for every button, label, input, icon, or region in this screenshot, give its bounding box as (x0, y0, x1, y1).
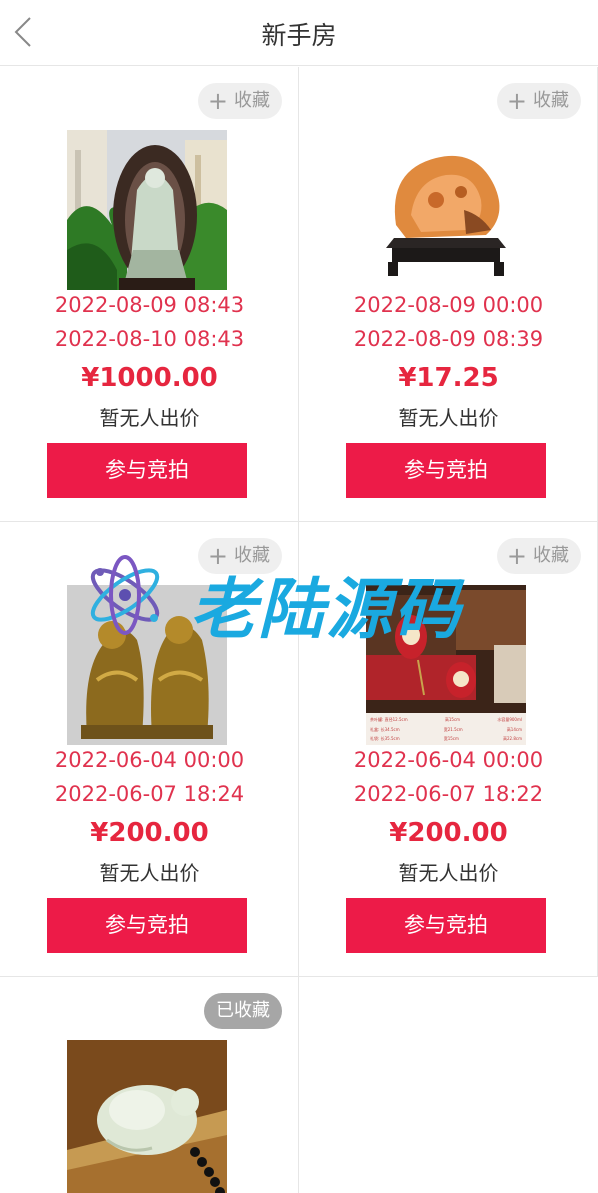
favorite-label: 已收藏 (216, 1000, 270, 1021)
product-image[interactable] (67, 1040, 227, 1193)
spec-cell: 高22.8cm (502, 736, 522, 741)
bid-button[interactable]: 参与竞拍 (346, 443, 546, 498)
bid-status: 暂无人出价 (398, 406, 499, 430)
spec-cell: 宽21.5cm (443, 726, 463, 732)
plus-icon: + (506, 87, 527, 115)
spec-cell: 茶叶罐: 直径12.5cm (370, 717, 408, 722)
price: ¥200.00 (389, 818, 508, 848)
product-card[interactable]: + 收藏 2022-08-09 00:00 2022-08-09 08:39 ¥1… (299, 67, 598, 522)
favorite-label: 收藏 (533, 545, 569, 566)
bid-status: 暂无人出价 (99, 406, 200, 430)
end-time: 2022-06-07 18:24 (54, 782, 245, 806)
product-image[interactable]: 茶叶罐: 直径12.5cm 高15cm 水容量900ml 礼盒: 长34.5cm 宽2… (366, 585, 526, 745)
product-card[interactable]: + 收藏 2022-08-09 08:43 2022-08-10 08:43 ¥… (0, 67, 299, 522)
favorite-label: 收藏 (234, 90, 270, 111)
spec-cell: 高15cm (444, 717, 461, 722)
end-time: 2022-08-10 08:43 (54, 327, 245, 351)
spec-cell: 高14cm (506, 726, 522, 732)
end-time: 2022-06-07 18:22 (353, 782, 544, 806)
bid-button[interactable]: 参与竞拍 (47, 443, 247, 498)
end-time: 2022-08-09 08:39 (353, 327, 544, 351)
plus-icon: + (207, 87, 228, 115)
start-time: 2022-06-04 00:00 (54, 748, 245, 772)
product-image[interactable] (67, 130, 227, 290)
product-image[interactable] (67, 585, 227, 745)
plus-icon: + (207, 542, 228, 570)
spec-row: 茶叶罐: 直径12.5cm 高15cm 水容量900ml (370, 715, 522, 724)
page-title: 新手房 (261, 21, 337, 50)
favorite-label: 收藏 (234, 545, 270, 566)
favorite-button[interactable]: + 收藏 (496, 83, 581, 119)
favorite-label: 收藏 (533, 90, 569, 111)
bid-status: 暂无人出价 (398, 861, 499, 885)
bid-button[interactable]: 参与竞拍 (47, 898, 247, 953)
product-card[interactable]: + 收藏 2022-06-04 00:00 2022-06-07 18:24 ¥2… (0, 522, 299, 977)
favorited-badge[interactable]: 已收藏 (204, 993, 282, 1029)
product-card[interactable]: + 收藏 茶叶罐: 直径12.5cm 高15cm 水容量900ml 礼盒: 长34.5… (299, 522, 598, 977)
plus-icon: + (506, 542, 527, 570)
start-time: 2022-08-09 08:43 (54, 293, 245, 317)
price: ¥1000.00 (81, 363, 218, 393)
product-image[interactable] (366, 130, 526, 290)
top-bar: 新手房 (0, 0, 598, 66)
spec-row: 礼盒: 长34.5cm 宽21.5cm 高14cm (370, 725, 522, 734)
spec-cell: 水容量900ml (497, 717, 522, 722)
favorite-button[interactable]: + 收藏 (496, 538, 581, 574)
price: ¥200.00 (90, 818, 209, 848)
start-time: 2022-06-04 00:00 (353, 748, 544, 772)
price: ¥17.25 (398, 363, 499, 393)
start-time: 2022-08-09 00:00 (353, 293, 544, 317)
spec-row: 礼袋: 长35.5cm 宽15cm 高22.8cm (370, 734, 522, 743)
spec-cell: 礼盒: 长34.5cm (370, 726, 400, 732)
spec-cell: 礼袋: 长35.5cm (370, 736, 400, 741)
favorite-button[interactable]: + 收藏 (197, 83, 282, 119)
product-spec-panel: 茶叶罐: 直径12.5cm 高15cm 水容量900ml 礼盒: 长34.5cm 宽2… (366, 713, 526, 745)
product-card[interactable]: 已收藏 (0, 977, 299, 1193)
spec-cell: 宽15cm (443, 736, 459, 741)
bid-status: 暂无人出价 (99, 861, 200, 885)
bid-button[interactable]: 参与竞拍 (346, 898, 546, 953)
favorite-button[interactable]: + 收藏 (197, 538, 282, 574)
